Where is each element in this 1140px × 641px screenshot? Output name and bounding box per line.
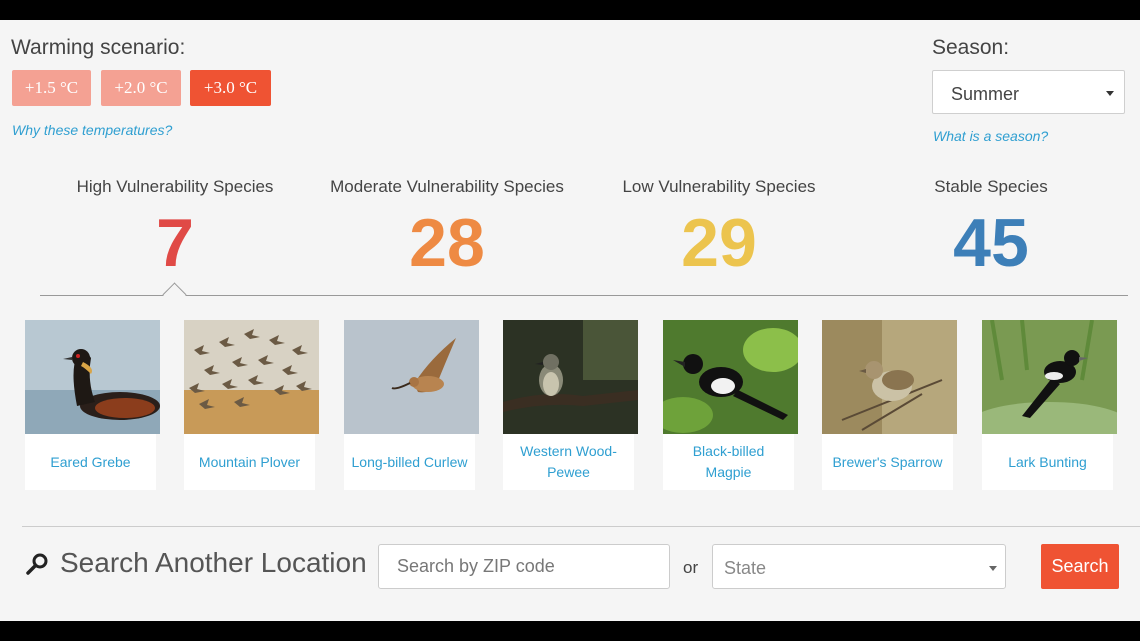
stats-divider (40, 295, 1128, 296)
main-panel: Warming scenario: +1.5 °C +2.0 °C +3.0 °… (0, 20, 1140, 621)
species-card[interactable]: Lark Bunting (982, 320, 1117, 490)
what-is-season-link[interactable]: What is a season? (933, 128, 1048, 144)
plover-flock-photo (184, 320, 319, 434)
stat-moderate-vulnerability[interactable]: Moderate Vulnerability Species 28 (327, 177, 567, 283)
stat-title: Moderate Vulnerability Species (330, 177, 564, 196)
stat-low-vulnerability[interactable]: Low Vulnerability Species 29 (599, 177, 839, 283)
species-card[interactable]: Brewer's Sparrow (822, 320, 957, 490)
species-name: Eared Grebe (25, 434, 156, 490)
why-temperatures-link[interactable]: Why these temperatures? (12, 122, 172, 138)
or-label: or (683, 558, 699, 577)
section-divider (22, 526, 1140, 527)
stat-title: Low Vulnerability Species (622, 177, 816, 196)
stat-high-vulnerability[interactable]: High Vulnerability Species 7 (55, 177, 295, 283)
search-icon (26, 553, 48, 575)
species-name: Long-billed Curlew (344, 434, 475, 490)
species-name: Brewer's Sparrow (822, 434, 953, 490)
stat-title: High Vulnerability Species (76, 177, 274, 196)
temp-2-0-button[interactable]: +2.0 °C (101, 70, 181, 106)
season-value: Summer (951, 84, 1020, 104)
grebe-photo (25, 320, 160, 434)
curlew-photo (344, 320, 479, 434)
species-name: Western Wood-Pewee (503, 434, 634, 490)
season-label: Season: (932, 36, 1010, 59)
state-placeholder: State (724, 558, 767, 578)
search-title: Search Another Location (60, 547, 367, 578)
zip-search-input[interactable] (378, 544, 670, 589)
sparrow-photo (822, 320, 957, 434)
species-name: Lark Bunting (982, 434, 1113, 490)
state-select[interactable]: State (712, 544, 1006, 589)
search-button[interactable]: Search (1041, 544, 1119, 589)
species-card[interactable]: Eared Grebe (25, 320, 160, 490)
bunting-photo (982, 320, 1117, 434)
stat-count: 45 (953, 205, 1029, 281)
stat-stable[interactable]: Stable Species 45 (871, 177, 1111, 283)
season-select[interactable]: Summer (932, 70, 1125, 114)
caret-down-icon (989, 566, 997, 571)
species-name: Mountain Plover (184, 434, 315, 490)
selected-indicator (162, 282, 187, 307)
species-card[interactable]: Long-billed Curlew (344, 320, 479, 490)
pewee-photo (503, 320, 638, 434)
species-card[interactable]: Western Wood-Pewee (503, 320, 638, 490)
stat-title: Stable Species (934, 177, 1048, 196)
temp-1-5-button[interactable]: +1.5 °C (12, 70, 91, 106)
caret-down-icon (1106, 91, 1114, 96)
species-card[interactable]: Black-billed Magpie (663, 320, 798, 490)
species-name: Black-billed Magpie (663, 434, 794, 490)
stat-count: 29 (681, 205, 757, 281)
warming-scenario-label: Warming scenario: (11, 36, 186, 59)
stat-count: 28 (409, 205, 485, 281)
magpie-photo (663, 320, 798, 434)
temp-3-0-button[interactable]: +3.0 °C (190, 70, 271, 106)
stat-count: 7 (156, 205, 194, 281)
species-card[interactable]: Mountain Plover (184, 320, 319, 490)
